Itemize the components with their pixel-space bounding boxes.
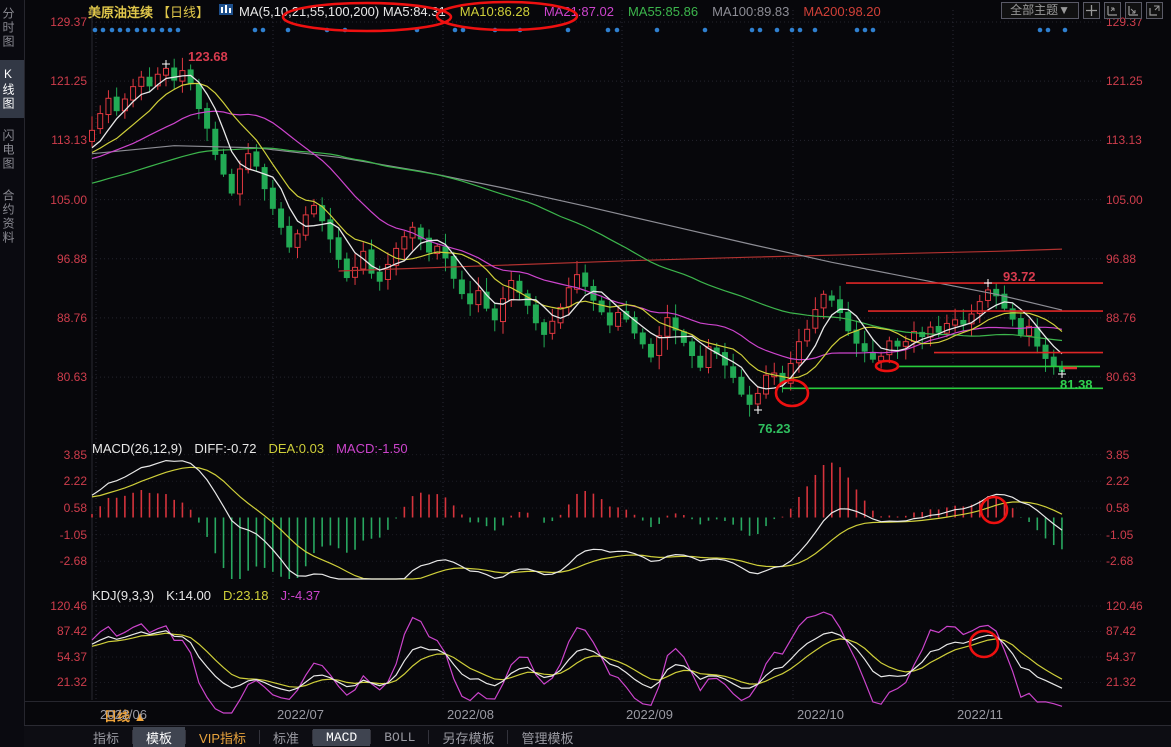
- kdj-axis-tick-left: 87.42: [25, 624, 87, 638]
- main-axis-tick-right: 96.88: [1106, 252, 1136, 266]
- macd-legend: MACD(26,12,9) DIFF:-0.72 DEA:0.03 MACD:-1.5…: [92, 441, 408, 456]
- price-label: 81.38: [1060, 377, 1093, 392]
- sidebar-tab-lightning-chart[interactable]: 闪电图: [0, 122, 24, 178]
- main-axis-tick-right: 105.00: [1106, 193, 1143, 207]
- main-axis-tick-left: 105.00: [25, 193, 87, 207]
- month-label: 2022/08: [447, 707, 494, 722]
- price-label: 93.72: [1003, 269, 1036, 284]
- macd-legend-item-3: MACD:-1.50: [336, 441, 408, 456]
- main-axis-tick-left: 121.25: [25, 74, 87, 88]
- kdj-legend-item-3: J:-4.37: [281, 588, 321, 603]
- macd-legend-item-2: DEA:0.03: [268, 441, 324, 456]
- annotation-circle: [776, 380, 808, 406]
- toolbar-item-standard[interactable]: 标准: [260, 727, 312, 747]
- annotation-circle: [981, 497, 1007, 523]
- ma-legend: MA(5,10,21,55,100,200) MA5:84.31 MA10:86.…: [239, 4, 881, 19]
- kdj-axis-tick-right: 120.46: [1106, 599, 1143, 613]
- kdj-axis-tick-right: 54.37: [1106, 650, 1136, 664]
- kdj-axis-tick-left: 54.37: [25, 650, 87, 664]
- ma-legend-item-0: MA(5,10,21,55,100,200) MA5:84.31: [239, 4, 446, 19]
- kline-icon: [219, 3, 233, 19]
- kdj-legend-item-0: KDJ(9,3,3): [92, 588, 154, 603]
- ma-legend-item-2: MA21:87.02: [544, 4, 614, 19]
- x-axis-row: 日线 ▲ 2022/062022/072022/082022/092022/10…: [24, 701, 1171, 726]
- main-axis-tick-left: 80.63: [25, 370, 87, 384]
- app-window: 分时图 K线图 闪电图 合约资料 美原油连续 【日线】 MA(5,10,21,5…: [0, 0, 1171, 747]
- toolbar-item-save-template[interactable]: 另存模板: [429, 727, 507, 747]
- main-axis-tick-left: 88.76: [25, 311, 87, 325]
- chart-header: 美原油连续 【日线】 MA(5,10,21,55,100,200) MA5:84…: [24, 0, 1171, 22]
- month-label: 2022/11: [957, 707, 1003, 722]
- main-axis-tick-right: 121.25: [1106, 74, 1143, 88]
- month-label: 2022/09: [626, 707, 673, 722]
- theme-select-button[interactable]: 全部主题▼: [1001, 2, 1079, 19]
- annotation-circle: [876, 361, 898, 371]
- toolbar-item-boll[interactable]: BOLL: [371, 729, 428, 746]
- pan-icon[interactable]: [1083, 2, 1100, 19]
- main-axis-tick-left: 96.88: [25, 252, 87, 266]
- main-axis-tick-right: 113.13: [1106, 133, 1142, 147]
- month-label: 2022/10: [797, 707, 844, 722]
- macd-axis-tick-left: 3.85: [25, 448, 87, 462]
- macd-axis-tick-left: 0.58: [25, 501, 87, 515]
- main-axis-tick-right: 88.76: [1106, 311, 1136, 325]
- kdj-legend: KDJ(9,3,3) K:14.00 D:23.18 J:-4.37: [92, 588, 320, 603]
- macd-axis-tick-right: -1.05: [1106, 528, 1133, 542]
- sidebar-tab-contract-info[interactable]: 合约资料: [0, 182, 24, 252]
- pop-out-icon[interactable]: [1146, 2, 1163, 19]
- month-label: 2022/06: [100, 707, 147, 722]
- kdj-legend-item-2: D:23.18: [223, 588, 269, 603]
- period-badge: 【日线】: [157, 2, 209, 21]
- kdj-axis-tick-left: 21.32: [25, 675, 87, 689]
- macd-axis-tick-right: 2.22: [1106, 474, 1129, 488]
- toolbar-item-macd[interactable]: MACD: [313, 729, 370, 746]
- main-axis-tick-left: 129.37: [25, 15, 87, 29]
- macd-axis-tick-left: 2.22: [25, 474, 87, 488]
- sidebar-tab-kline-chart[interactable]: K线图: [0, 60, 24, 118]
- ma-legend-item-4: MA100:89.83: [712, 4, 789, 19]
- toolbar-item-templates[interactable]: 模板: [133, 727, 185, 747]
- macd-legend-item-1: DIFF:-0.72: [194, 441, 256, 456]
- sidebar-tab-time-chart[interactable]: 分时图: [0, 0, 24, 56]
- bottom-toolbar: 指标 模板 VIP指标 标准 MACD BOLL 另存模板 管理模板: [24, 725, 1171, 747]
- price-label: 76.23: [758, 421, 791, 436]
- toolbar-item-manage-templates[interactable]: 管理模板: [508, 727, 586, 747]
- toolbar-item-indicators[interactable]: 指标: [80, 727, 132, 747]
- header-controls: 全部主题▼: [1001, 2, 1163, 19]
- annotation-circle: [970, 631, 998, 657]
- main-axis-tick-right: 80.63: [1106, 370, 1136, 384]
- kdj-axis-tick-right: 87.42: [1106, 624, 1136, 638]
- scale-up-icon[interactable]: [1104, 2, 1121, 19]
- kdj-axis-tick-right: 21.32: [1106, 675, 1136, 689]
- ma-legend-item-5: MA200:98.20: [803, 4, 880, 19]
- left-sidebar: 分时图 K线图 闪电图 合约资料: [0, 0, 25, 747]
- chart-canvas[interactable]: 123.68 93.72 76.23 81.38: [0, 0, 1171, 747]
- ma-legend-item-3: MA55:85.86: [628, 4, 698, 19]
- kdj-legend-item-1: K:14.00: [166, 588, 211, 603]
- instrument-title: 美原油连续: [88, 2, 153, 21]
- macd-axis-tick-left: -1.05: [25, 528, 87, 542]
- macd-axis-tick-left: -2.68: [25, 554, 87, 568]
- macd-axis-tick-right: 3.85: [1106, 448, 1129, 462]
- ma-legend-item-1: MA10:86.28: [460, 4, 530, 19]
- price-label: 123.68: [188, 49, 228, 64]
- scale-right-icon[interactable]: [1125, 2, 1142, 19]
- main-axis-tick-left: 113.13: [25, 133, 87, 147]
- toolbar-item-vip-indicators[interactable]: VIP指标: [186, 727, 259, 747]
- macd-legend-item-0: MACD(26,12,9): [92, 441, 182, 456]
- month-label: 2022/07: [277, 707, 324, 722]
- macd-axis-tick-right: -2.68: [1106, 554, 1133, 568]
- macd-axis-tick-right: 0.58: [1106, 501, 1129, 515]
- kdj-axis-tick-left: 120.46: [25, 599, 87, 613]
